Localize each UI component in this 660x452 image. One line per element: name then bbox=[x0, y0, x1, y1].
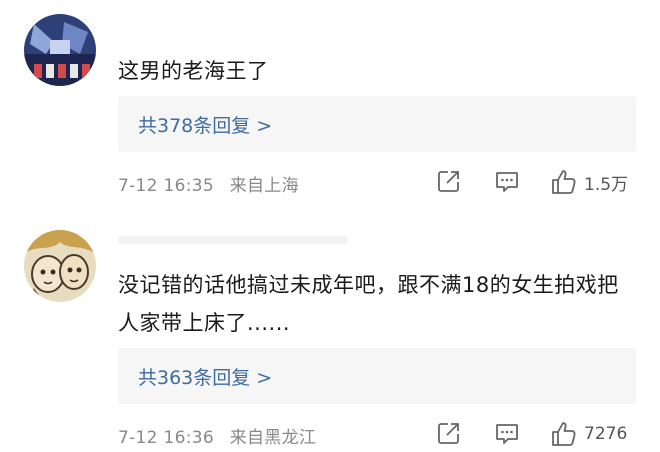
avatar[interactable] bbox=[24, 230, 96, 302]
comment-icon bbox=[496, 172, 518, 192]
like-count: 7276 bbox=[584, 424, 628, 444]
comment-location: 来自上海 bbox=[229, 176, 299, 196]
character-avatar-image bbox=[24, 230, 96, 302]
replies-label: 共363条回复 > bbox=[138, 366, 273, 389]
redacted-username bbox=[118, 236, 348, 244]
comment-button[interactable] bbox=[494, 420, 520, 446]
comment-text: 这男的老海王了 bbox=[118, 59, 269, 83]
share-button[interactable] bbox=[436, 168, 462, 194]
comment-location: 来自黑龙江 bbox=[229, 428, 317, 448]
comment-icon bbox=[496, 424, 518, 444]
share-icon bbox=[438, 171, 459, 192]
comment-meta: 7-12 16:35 来自上海 bbox=[118, 171, 299, 196]
comment-meta: 7-12 16:36 来自黑龙江 bbox=[118, 423, 316, 448]
like-count: 1.5万 bbox=[584, 174, 629, 195]
comment-date: 7-12 16:36 bbox=[118, 428, 214, 448]
share-button[interactable] bbox=[436, 420, 462, 446]
comment-item: 没记错的话他搞过未成年吧，跟不满18的女生拍戏把人家带上床了...... 共36… bbox=[0, 226, 660, 452]
thumbs-up-icon bbox=[552, 170, 576, 194]
comment-item: 这男的老海王了 共378条回复 > 7-12 16:35 来自上海 1.5万 bbox=[0, 0, 660, 226]
view-replies-button[interactable]: 共378条回复 > bbox=[118, 96, 636, 152]
robot-avatar-image bbox=[24, 14, 96, 86]
comment-text: 没记错的话他搞过未成年吧，跟不满18的女生拍戏把人家带上床了...... bbox=[118, 273, 619, 335]
comment-button[interactable] bbox=[494, 168, 520, 194]
avatar[interactable] bbox=[24, 14, 96, 86]
like-button[interactable]: 1.5万 bbox=[550, 168, 628, 196]
view-replies-button[interactable]: 共363条回复 > bbox=[118, 348, 636, 404]
thumbs-up-icon bbox=[552, 422, 576, 446]
share-icon bbox=[438, 423, 459, 444]
like-button[interactable]: 7276 bbox=[550, 420, 627, 448]
replies-label: 共378条回复 > bbox=[138, 114, 273, 137]
comment-date: 7-12 16:35 bbox=[118, 176, 214, 196]
